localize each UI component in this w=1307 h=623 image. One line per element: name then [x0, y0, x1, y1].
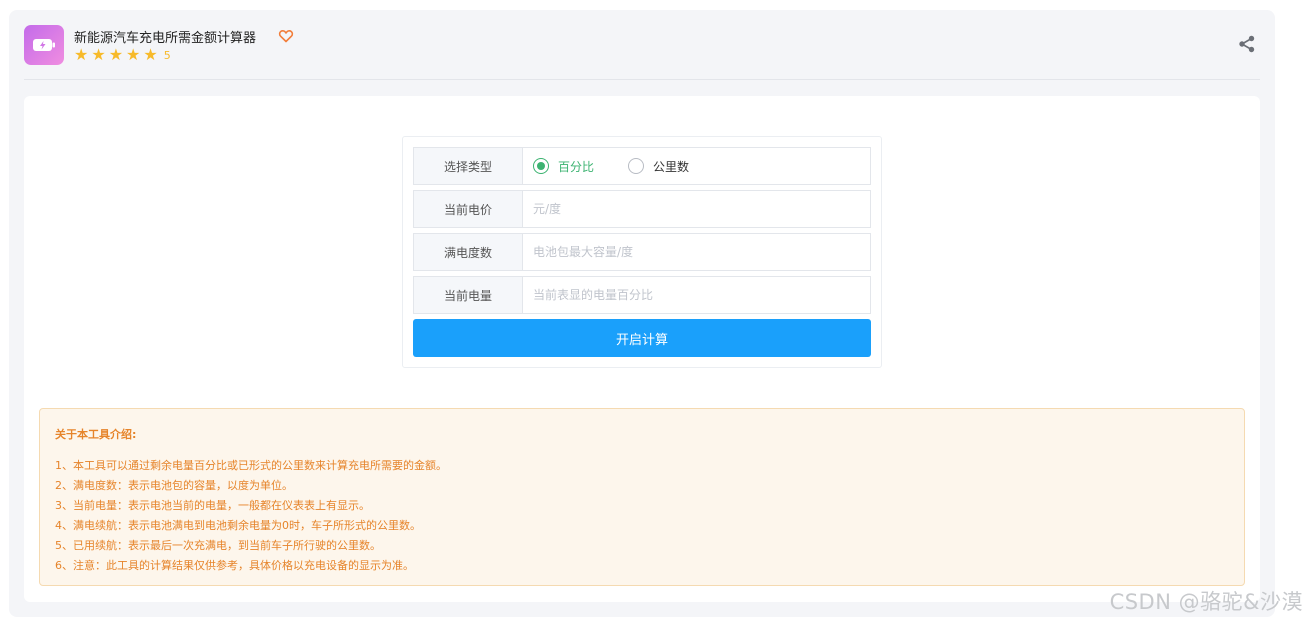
capacity-input[interactable] — [533, 234, 870, 270]
radio-kilometers[interactable]: 公里数 — [628, 158, 689, 175]
description-item: 1、本工具可以通过剩余电量百分比或已形式的公里数来计算充电所需要的金额。 — [55, 459, 447, 472]
rating-value: 5 — [163, 48, 171, 62]
type-radio-group: 百分比 公里数 — [523, 148, 870, 184]
capacity-label: 满电度数 — [414, 234, 523, 270]
star-icon: ★ — [143, 45, 158, 64]
radio-checked-icon — [533, 158, 549, 174]
tool-description: 关于本工具介绍: 1、本工具可以通过剩余电量百分比或已形式的公里数来计算充电所需… — [39, 408, 1245, 586]
share-icon[interactable] — [1237, 34, 1257, 54]
radio-unchecked-icon — [628, 158, 645, 174]
charge-label: 当前电量 — [414, 277, 523, 313]
tool-header: 新能源汽车充电所需金额计算器 ★ ★ ★ ★ ★ 5 — [24, 24, 1260, 80]
radio-percentage-label: 百分比 — [558, 159, 595, 174]
type-row: 选择类型 百分比 公里数 — [413, 147, 871, 185]
price-input[interactable] — [533, 191, 870, 227]
battery-icon — [24, 25, 64, 65]
charge-input[interactable] — [533, 277, 870, 313]
tool-card: 新能源汽车充电所需金额计算器 ★ ★ ★ ★ ★ 5 选择类型 百分比 公里数 … — [9, 10, 1275, 617]
price-row: 当前电价 — [413, 190, 871, 228]
description-item: 6、注意：此工具的计算结果仅供参考，具体价格以充电设备的显示为准。 — [55, 559, 414, 572]
radio-percentage[interactable]: 百分比 — [533, 158, 594, 175]
capacity-row: 满电度数 — [413, 233, 871, 271]
radio-kilometers-label: 公里数 — [653, 159, 690, 174]
price-label: 当前电价 — [414, 191, 523, 227]
description-item: 4、满电续航：表示电池满电到电池剩余电量为0时，车子所形式的公里数。 — [55, 519, 421, 532]
heart-icon[interactable] — [278, 28, 294, 44]
star-icon: ★ — [126, 45, 141, 64]
type-label: 选择类型 — [414, 148, 523, 184]
description-item: 3、当前电量：表示电池当前的电量，一般都在仪表表上有显示。 — [55, 499, 370, 512]
app-title: 新能源汽车充电所需金额计算器 — [74, 31, 257, 46]
star-icon: ★ — [108, 45, 124, 64]
charge-row: 当前电量 — [413, 276, 871, 314]
description-title: 关于本工具介绍: — [55, 428, 137, 441]
star-icon: ★ — [74, 45, 89, 64]
star-icon: ★ — [91, 45, 106, 64]
description-item: 2、满电度数：表示电池包的容量，以度为单位。 — [55, 479, 293, 492]
rating-stars: ★ ★ ★ ★ ★ 5 — [74, 47, 171, 63]
description-item: 5、已用续航：表示最后一次充满电，到当前车子所行驶的公里数。 — [55, 539, 381, 552]
calculate-button[interactable]: 开启计算 — [413, 319, 871, 357]
csdn-watermark: CSDN @骆驼&沙漠 — [1109, 590, 1303, 614]
calculator-form: 选择类型 百分比 公里数 当前电价 元/度 满电度数 电池包最大容量/度 当前电… — [402, 136, 882, 368]
tool-content: 选择类型 百分比 公里数 当前电价 元/度 满电度数 电池包最大容量/度 当前电… — [24, 96, 1260, 602]
